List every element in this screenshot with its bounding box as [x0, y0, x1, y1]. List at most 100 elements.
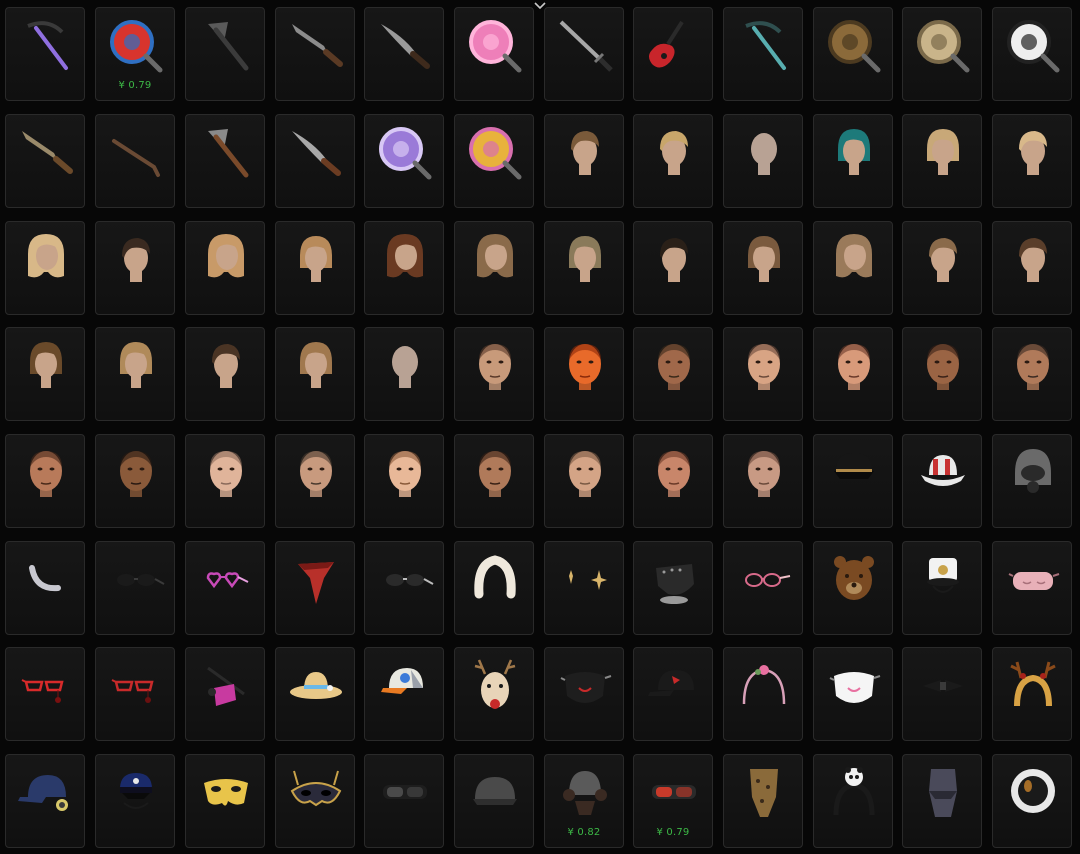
red-bandana-icon — [298, 562, 334, 604]
inventory-item[interactable] — [992, 327, 1072, 421]
inventory-item[interactable] — [95, 434, 175, 528]
inventory-item[interactable] — [544, 221, 624, 315]
inventory-item[interactable] — [723, 647, 803, 741]
inventory-item[interactable] — [5, 434, 85, 528]
inventory-item[interactable] — [723, 434, 803, 528]
inventory-item[interactable] — [454, 7, 534, 101]
inventory-item[interactable] — [813, 7, 893, 101]
inventory-item[interactable] — [902, 541, 982, 635]
inventory-item[interactable] — [185, 221, 265, 315]
inventory-item[interactable] — [992, 114, 1072, 208]
inventory-item[interactable] — [544, 114, 624, 208]
inventory-item[interactable] — [5, 327, 85, 421]
inventory-item[interactable] — [364, 647, 444, 741]
item-price: ¥ 0.82 — [567, 827, 601, 838]
inventory-item[interactable] — [723, 7, 803, 101]
inventory-item[interactable] — [275, 7, 355, 101]
inventory-item[interactable] — [902, 434, 982, 528]
inventory-item[interactable] — [95, 327, 175, 421]
inventory-item[interactable] — [992, 647, 1072, 741]
inventory-item[interactable]: ¥ 0.79 — [95, 7, 175, 101]
inventory-item[interactable] — [95, 647, 175, 741]
inventory-item[interactable] — [633, 327, 713, 421]
inventory-item[interactable] — [902, 327, 982, 421]
inventory-item[interactable] — [902, 7, 982, 101]
inventory-item[interactable] — [275, 327, 355, 421]
inventory-item[interactable] — [633, 114, 713, 208]
inventory-item[interactable] — [275, 754, 355, 848]
inventory-item[interactable] — [275, 434, 355, 528]
inventory-item[interactable] — [95, 221, 175, 315]
inventory-item[interactable] — [813, 754, 893, 848]
inventory-item[interactable] — [275, 114, 355, 208]
inventory-item[interactable] — [454, 647, 534, 741]
inventory-item[interactable] — [95, 541, 175, 635]
inventory-item[interactable] — [185, 327, 265, 421]
inventory-item[interactable] — [813, 434, 893, 528]
inventory-item[interactable] — [185, 7, 265, 101]
inventory-item[interactable] — [454, 434, 534, 528]
inventory-item[interactable] — [185, 541, 265, 635]
inventory-item[interactable] — [454, 114, 534, 208]
inventory-item[interactable] — [992, 7, 1072, 101]
inventory-item[interactable]: ¥ 0.82 — [544, 754, 624, 848]
inventory-item[interactable] — [364, 434, 444, 528]
pink-sleep-mask-icon — [1008, 572, 1060, 590]
inventory-item[interactable] — [185, 647, 265, 741]
inventory-item[interactable] — [95, 114, 175, 208]
inventory-item[interactable] — [992, 221, 1072, 315]
inventory-item[interactable] — [364, 7, 444, 101]
inventory-item[interactable] — [275, 647, 355, 741]
inventory-item[interactable] — [992, 434, 1072, 528]
inventory-item[interactable]: ¥ 0.79 — [633, 754, 713, 848]
inventory-item[interactable] — [723, 221, 803, 315]
inventory-item[interactable] — [813, 541, 893, 635]
inventory-item[interactable] — [5, 541, 85, 635]
inventory-item[interactable] — [992, 541, 1072, 635]
inventory-item[interactable] — [633, 434, 713, 528]
inventory-item[interactable] — [813, 327, 893, 421]
inventory-item[interactable] — [902, 647, 982, 741]
inventory-item[interactable] — [5, 754, 85, 848]
inventory-item[interactable] — [185, 434, 265, 528]
inventory-item[interactable] — [544, 7, 624, 101]
inventory-item[interactable] — [364, 327, 444, 421]
inventory-item[interactable] — [544, 541, 624, 635]
inventory-item[interactable] — [95, 754, 175, 848]
inventory-item[interactable] — [364, 221, 444, 315]
inventory-item[interactable] — [902, 221, 982, 315]
inventory-item[interactable] — [723, 754, 803, 848]
inventory-item[interactable] — [5, 221, 85, 315]
inventory-item[interactable] — [813, 114, 893, 208]
inventory-item[interactable] — [633, 541, 713, 635]
inventory-item[interactable] — [902, 754, 982, 848]
inventory-item[interactable] — [364, 754, 444, 848]
inventory-item[interactable] — [544, 434, 624, 528]
inventory-item[interactable] — [454, 754, 534, 848]
inventory-item[interactable] — [633, 221, 713, 315]
inventory-item[interactable] — [5, 7, 85, 101]
inventory-item[interactable] — [813, 647, 893, 741]
inventory-item[interactable] — [275, 221, 355, 315]
inventory-item[interactable] — [364, 114, 444, 208]
inventory-item[interactable] — [992, 754, 1072, 848]
inventory-item[interactable] — [185, 754, 265, 848]
inventory-item[interactable] — [454, 541, 534, 635]
inventory-item[interactable] — [723, 327, 803, 421]
inventory-item[interactable] — [5, 114, 85, 208]
inventory-item[interactable] — [902, 114, 982, 208]
inventory-item[interactable] — [723, 114, 803, 208]
inventory-item[interactable] — [633, 647, 713, 741]
inventory-item[interactable] — [723, 541, 803, 635]
inventory-item[interactable] — [185, 114, 265, 208]
inventory-item[interactable] — [364, 541, 444, 635]
inventory-item[interactable] — [275, 541, 355, 635]
inventory-item[interactable] — [813, 221, 893, 315]
inventory-item[interactable] — [544, 327, 624, 421]
inventory-item[interactable] — [633, 7, 713, 101]
inventory-item[interactable] — [5, 647, 85, 741]
inventory-item[interactable] — [544, 647, 624, 741]
inventory-item[interactable] — [454, 327, 534, 421]
inventory-item[interactable] — [454, 221, 534, 315]
face-female-7-icon — [658, 451, 690, 497]
